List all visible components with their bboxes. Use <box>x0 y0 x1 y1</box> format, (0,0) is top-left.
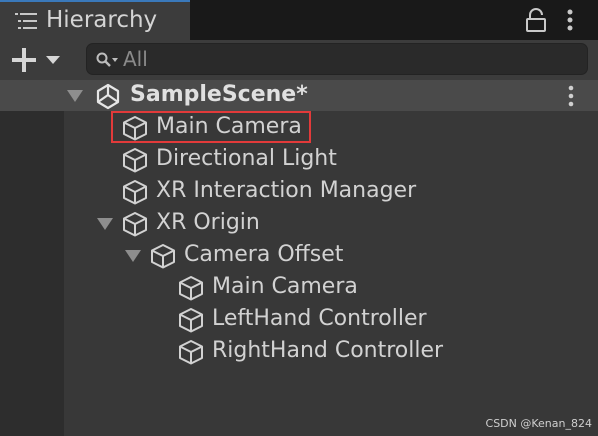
tree-item-label: LeftHand Controller <box>212 306 427 331</box>
list-icon <box>15 13 37 29</box>
tab-menu-icon[interactable] <box>563 8 577 32</box>
tab-bar: Hierarchy <box>0 0 598 40</box>
gameobject-cube-icon <box>179 308 203 333</box>
add-button[interactable] <box>10 46 66 74</box>
expand-arrow-icon[interactable] <box>124 249 142 263</box>
tree-item-directional-light[interactable]: Directional Light <box>0 144 598 176</box>
expand-arrow-icon[interactable] <box>96 217 114 231</box>
tab-title: Hierarchy <box>46 7 158 33</box>
tree-item-label: XR Origin <box>156 210 260 235</box>
scene-label: SampleScene* <box>130 82 308 107</box>
gameobject-cube-icon <box>123 212 147 237</box>
gameobject-cube-icon <box>123 148 147 173</box>
toolbar <box>0 40 598 80</box>
expand-arrow-icon[interactable] <box>66 89 84 103</box>
tree-item-lefthand-controller[interactable]: LeftHand Controller <box>0 304 598 336</box>
gameobject-cube-icon <box>123 180 147 205</box>
highlight-box <box>111 111 311 143</box>
search-input[interactable] <box>123 46 563 72</box>
scene-menu-icon[interactable] <box>565 85 577 107</box>
tab-hierarchy[interactable]: Hierarchy <box>0 0 190 40</box>
search-icon <box>96 52 118 67</box>
tree-item-label: Camera Offset <box>184 242 344 267</box>
tree-item-label: XR Interaction Manager <box>156 178 417 203</box>
lock-icon[interactable] <box>525 8 547 32</box>
tree-item-camera-offset[interactable]: Camera Offset <box>0 240 598 272</box>
tree-item-label: Directional Light <box>156 146 337 171</box>
watermark: CSDN @Kenan_824 <box>485 417 592 430</box>
scene-row[interactable]: SampleScene* <box>0 80 598 111</box>
tree-item-righthand-controller[interactable]: RightHand Controller <box>0 336 598 368</box>
gameobject-cube-icon <box>179 340 203 365</box>
unity-logo-icon <box>96 83 120 110</box>
hierarchy-tree: SampleScene* Main Camera Directional Lig… <box>0 80 598 436</box>
search-field[interactable] <box>86 43 588 75</box>
tree-item-label: RightHand Controller <box>212 338 444 363</box>
tree-item-main-camera-child[interactable]: Main Camera <box>0 272 598 304</box>
tree-item-xr-interaction-manager[interactable]: XR Interaction Manager <box>0 176 598 208</box>
gameobject-cube-icon <box>151 244 175 269</box>
gameobject-cube-icon <box>179 276 203 301</box>
tree-item-xr-origin[interactable]: XR Origin <box>0 208 598 240</box>
tree-item-label: Main Camera <box>212 274 358 299</box>
